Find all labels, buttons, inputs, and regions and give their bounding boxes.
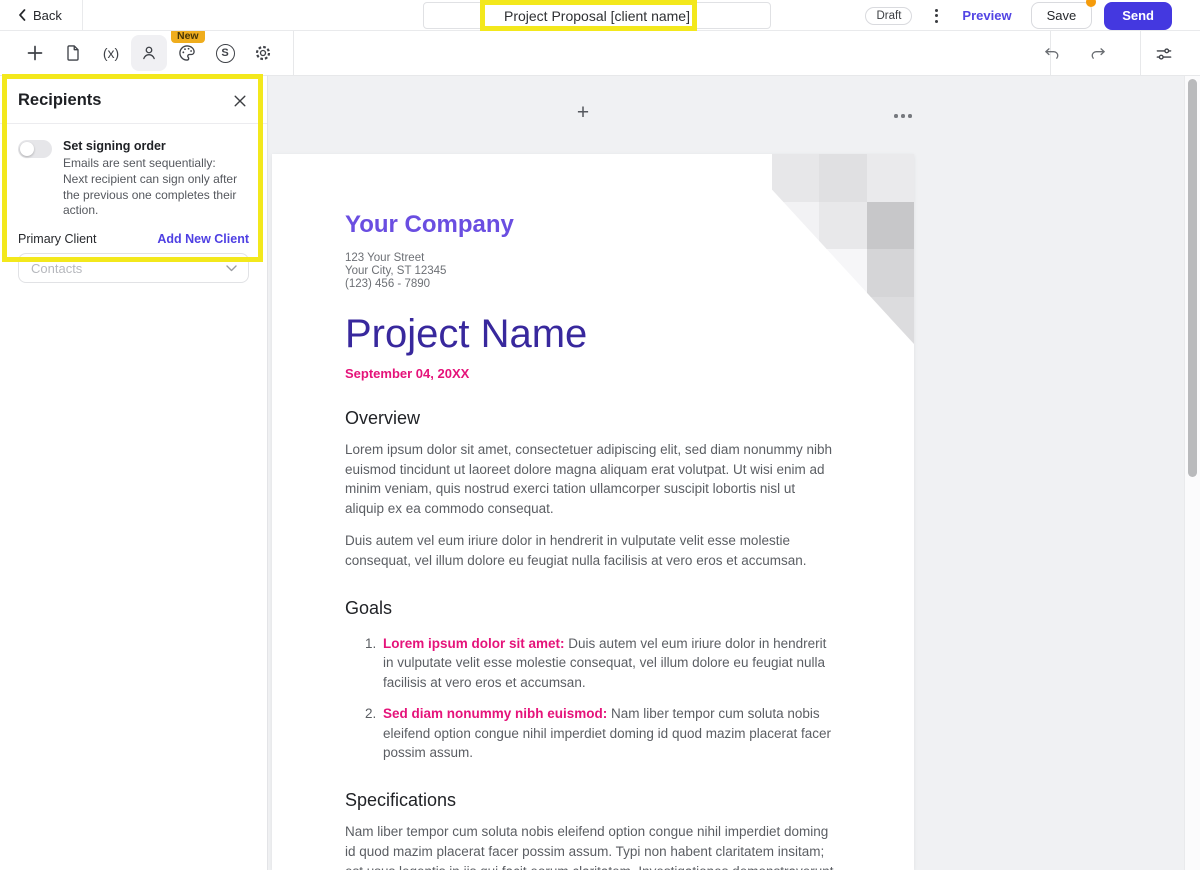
recipients-panel-header: Recipients xyxy=(0,76,267,124)
address-line: Your City, ST 12345 xyxy=(345,264,447,277)
company-name[interactable]: Your Company xyxy=(345,211,844,239)
add-new-client-link[interactable]: Add New Client xyxy=(157,232,249,246)
plus-icon xyxy=(26,44,44,62)
chevron-down-icon xyxy=(226,264,237,272)
kebab-menu-icon[interactable] xyxy=(929,5,944,27)
specifications-paragraph[interactable]: Nam liber tempor cum soluta nobis eleife… xyxy=(345,822,837,870)
divider xyxy=(293,31,294,76)
document-title-input[interactable] xyxy=(423,2,771,29)
goals-heading[interactable]: Goals xyxy=(345,598,844,619)
signing-order-description: Emails are sent sequentially: Next recip… xyxy=(63,156,238,218)
editor-body: Recipients Set signing order Emails are … xyxy=(0,76,1200,870)
goal-number: 1. xyxy=(365,635,377,651)
contacts-select[interactable]: Contacts xyxy=(18,253,249,284)
document-page: Your Company 123 Your Street Your City, … xyxy=(272,154,914,870)
content-settings-button[interactable] xyxy=(1146,36,1182,72)
preview-button[interactable]: Preview xyxy=(962,8,1011,23)
page-menu-icon[interactable] xyxy=(890,110,916,122)
address-line: 123 Your Street xyxy=(345,252,425,264)
document-canvas: + Your Company 123 Your Street Your City… xyxy=(268,76,1200,870)
history-tools-group xyxy=(1030,31,1200,76)
overview-paragraph[interactable]: Lorem ipsum dolor sit amet, consectetuer… xyxy=(345,440,832,519)
notification-dot xyxy=(1086,0,1097,7)
panel-title: Recipients xyxy=(18,91,102,109)
back-button[interactable]: Back xyxy=(0,0,83,30)
close-icon xyxy=(233,94,247,108)
document-date[interactable]: September 04, 20XX xyxy=(345,366,844,381)
undo-icon xyxy=(1042,44,1062,64)
variable-icon: (x) xyxy=(102,45,120,61)
variables-button[interactable]: (x) xyxy=(93,35,129,71)
pricing-button[interactable]: S xyxy=(207,35,243,71)
save-button[interactable]: Save xyxy=(1030,0,1097,29)
document-editor-app: Back Draft Preview Save Send New xyxy=(0,0,1200,870)
undo-button[interactable] xyxy=(1034,36,1070,72)
settings-button[interactable] xyxy=(245,35,281,71)
project-title[interactable]: Project Name xyxy=(345,311,844,357)
address-line: (123) 456 - 7890 xyxy=(345,277,431,290)
editor-toolbar: New (x) S xyxy=(0,28,1200,76)
block-tools-group: (x) S xyxy=(17,35,281,71)
set-signing-order-row: Set signing order Emails are sent sequen… xyxy=(0,124,267,219)
redo-button[interactable] xyxy=(1080,36,1116,72)
save-label: Save xyxy=(1046,8,1077,23)
pages-button[interactable] xyxy=(55,35,91,71)
recipient-person-icon xyxy=(139,43,159,63)
goal-item[interactable]: 1. Lorem ipsum dolor sit amet: Duis aute… xyxy=(345,634,832,693)
status-badge: Draft xyxy=(865,6,913,25)
recipients-button[interactable] xyxy=(131,35,167,71)
contacts-placeholder: Contacts xyxy=(31,260,83,276)
add-content-block-button[interactable]: + xyxy=(568,98,598,128)
signing-order-text: Set signing order Emails are sent sequen… xyxy=(63,139,241,219)
overview-heading[interactable]: Overview xyxy=(345,408,844,429)
redo-icon xyxy=(1088,44,1108,64)
primary-client-label: Primary Client xyxy=(18,232,97,247)
goal-item[interactable]: 2. Sed diam nonummy nibh euismod: Nam li… xyxy=(345,704,832,763)
goals-list: 1. Lorem ipsum dolor sit amet: Duis aute… xyxy=(345,634,844,764)
scrollbar-thumb[interactable] xyxy=(1188,79,1197,477)
close-panel-button[interactable] xyxy=(231,92,249,110)
add-block-button[interactable] xyxy=(17,35,53,71)
pricing-icon: S xyxy=(215,43,235,63)
scrollbar-track[interactable] xyxy=(1184,76,1200,870)
goal-number: 2. xyxy=(365,705,377,721)
recipients-panel: Recipients Set signing order Emails are … xyxy=(0,76,268,870)
toggle-knob xyxy=(20,142,34,156)
goal-lead: Sed diam nonummy nibh euismod: xyxy=(383,705,608,721)
page-content: Your Company 123 Your Street Your City, … xyxy=(272,154,914,870)
company-address[interactable]: 123 Your Street Your City, ST 12345 (123… xyxy=(345,252,844,291)
back-chevron-icon xyxy=(18,9,26,21)
send-button[interactable]: Send xyxy=(1104,1,1172,30)
palette-icon xyxy=(177,43,197,63)
back-label: Back xyxy=(33,7,62,23)
sliders-icon xyxy=(1154,44,1174,64)
gear-icon xyxy=(253,43,273,63)
signing-order-toggle[interactable] xyxy=(18,140,52,158)
specifications-heading[interactable]: Specifications xyxy=(345,790,844,811)
signing-order-label: Set signing order xyxy=(63,139,166,153)
top-bar: Back Draft Preview Save Send xyxy=(0,0,1200,31)
goal-lead: Lorem ipsum dolor sit amet: xyxy=(383,635,565,651)
top-bar-actions: Draft Preview Save Send xyxy=(865,0,1172,31)
primary-client-row: Primary Client Add New Client xyxy=(0,219,267,253)
document-icon xyxy=(63,43,83,63)
overview-paragraph[interactable]: Duis autem vel eum iriure dolor in hendr… xyxy=(345,531,832,571)
